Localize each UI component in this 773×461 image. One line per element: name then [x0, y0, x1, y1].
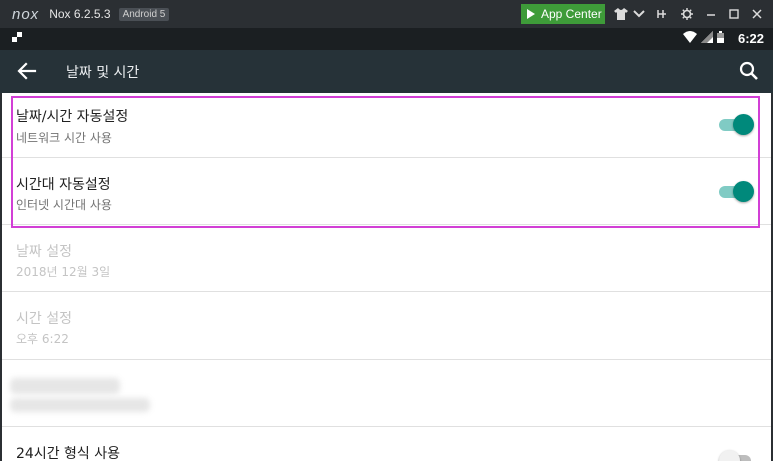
- toggle-thumb: [719, 450, 740, 461]
- app-center-label: App Center: [541, 7, 602, 21]
- chevron-down-icon[interactable]: [629, 4, 649, 24]
- emulator-title-bar: nox Nox 6.2.5.3 Android 5 App Center: [0, 0, 773, 28]
- play-icon: [527, 9, 535, 19]
- arrow-back-icon[interactable]: [14, 58, 40, 84]
- search-icon[interactable]: [736, 58, 762, 84]
- status-time: 6:22: [738, 31, 765, 46]
- blurred-summary: [10, 398, 150, 412]
- android-status-bar: 6:22: [0, 28, 773, 50]
- setting-title: 날짜 설정: [16, 244, 72, 260]
- signal-icon: [701, 31, 713, 46]
- gear-icon[interactable]: [677, 4, 697, 24]
- maximize-icon[interactable]: [724, 4, 744, 24]
- page-title: 날짜 및 시간: [66, 65, 140, 81]
- minimize-icon[interactable]: [701, 4, 721, 24]
- flag-icon: [12, 32, 22, 45]
- status-icons: [683, 31, 724, 46]
- emulator-version: Nox 6.2.5.3: [49, 7, 111, 21]
- setting-summary: 오후 6:22: [16, 332, 69, 346]
- blurred-title: [10, 378, 120, 394]
- nox-logo: nox: [12, 5, 40, 23]
- android-version-badge: Android 5: [118, 7, 170, 21]
- battery-icon: [717, 31, 724, 46]
- wifi-icon: [683, 31, 697, 46]
- setting-summary: 2018년 12월 3일: [16, 265, 111, 279]
- highlight-annotation: [11, 96, 760, 228]
- pin-icon[interactable]: [652, 4, 672, 24]
- shirt-icon[interactable]: [611, 4, 631, 24]
- setting-24-hour-format[interactable]: 24시간 형식 사용: [0, 427, 773, 461]
- redacted-setting-row: [0, 360, 773, 427]
- close-icon[interactable]: [747, 4, 767, 24]
- 24-hour-format-toggle[interactable]: [719, 450, 753, 461]
- setting-title: 24시간 형식 사용: [16, 446, 120, 461]
- window-frame-left: [0, 93, 2, 461]
- setting-title: 시간 설정: [16, 311, 72, 327]
- app-center-button[interactable]: App Center: [521, 4, 605, 24]
- setting-set-time: 시간 설정 오후 6:22: [0, 292, 773, 360]
- setting-set-date: 날짜 설정 2018년 12월 3일: [0, 225, 773, 292]
- app-toolbar: 날짜 및 시간: [0, 50, 773, 93]
